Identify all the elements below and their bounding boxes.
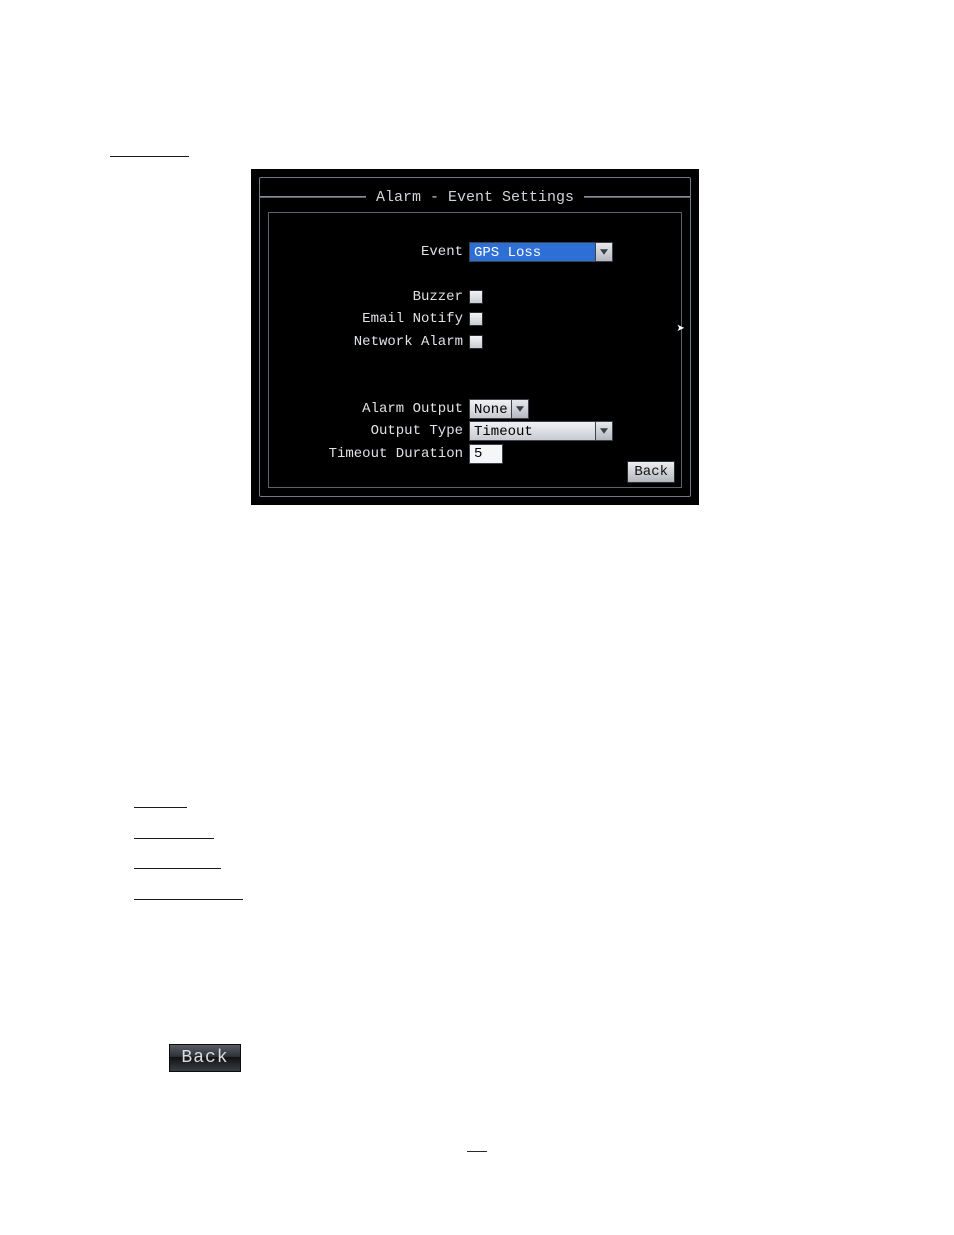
page-underline-1 [110, 156, 189, 157]
footer-dash [467, 1151, 487, 1152]
network-alarm-checkbox-wrap[interactable] [469, 335, 483, 349]
alarm-output-dropdown[interactable]: None [469, 399, 529, 419]
dialog-title: Alarm - Event Settings [366, 189, 584, 206]
alarm-output-value: None [469, 399, 511, 419]
dropdown-arrow-icon[interactable] [595, 242, 613, 262]
event-dropdown[interactable]: GPS Loss [469, 242, 613, 262]
dialog-form-area: ➤ Event GPS Loss Buzzer E [268, 212, 682, 488]
row-network-alarm: Network Alarm [269, 331, 681, 353]
row-buzzer: Buzzer [269, 286, 681, 308]
buzzer-checkbox[interactable] [469, 290, 483, 304]
back-button[interactable]: Back [627, 461, 675, 483]
email-notify-checkbox-wrap[interactable] [469, 312, 483, 326]
row-event: Event GPS Loss [269, 241, 681, 263]
label-event: Event [421, 244, 463, 260]
row-email-notify: Email Notify [269, 308, 681, 330]
buzzer-checkbox-wrap[interactable] [469, 290, 483, 304]
output-type-dropdown[interactable]: Timeout [469, 421, 613, 441]
output-type-value: Timeout [469, 421, 595, 441]
page-underline-5 [134, 899, 243, 900]
dropdown-arrow-icon[interactable] [595, 421, 613, 441]
event-dropdown-value: GPS Loss [469, 242, 595, 262]
label-output-type: Output Type [371, 423, 463, 439]
page-underline-3 [134, 838, 214, 839]
back-button-image: Back [169, 1044, 241, 1072]
page-underline-2 [134, 807, 187, 808]
timeout-duration-wrap[interactable]: 5 [469, 444, 503, 464]
row-output-type: Output Type Timeout [269, 420, 681, 442]
row-alarm-output: Alarm Output None [269, 398, 681, 420]
label-email-notify: Email Notify [362, 311, 463, 327]
dialog-title-bar: Alarm - Event Settings [260, 184, 690, 210]
label-timeout-duration: Timeout Duration [329, 446, 463, 462]
network-alarm-checkbox[interactable] [469, 335, 483, 349]
timeout-duration-input[interactable]: 5 [469, 444, 503, 464]
email-notify-checkbox[interactable] [469, 312, 483, 326]
alarm-event-settings-dialog: Alarm - Event Settings ➤ Event GPS Loss … [251, 169, 699, 505]
row-timeout-duration: Timeout Duration 5 [269, 443, 681, 465]
dialog-frame: Alarm - Event Settings ➤ Event GPS Loss … [259, 177, 691, 497]
dropdown-arrow-icon[interactable] [511, 399, 529, 419]
label-network-alarm: Network Alarm [354, 334, 463, 350]
page-underline-4 [134, 868, 221, 869]
label-buzzer: Buzzer [413, 289, 463, 305]
label-alarm-output: Alarm Output [362, 401, 463, 417]
